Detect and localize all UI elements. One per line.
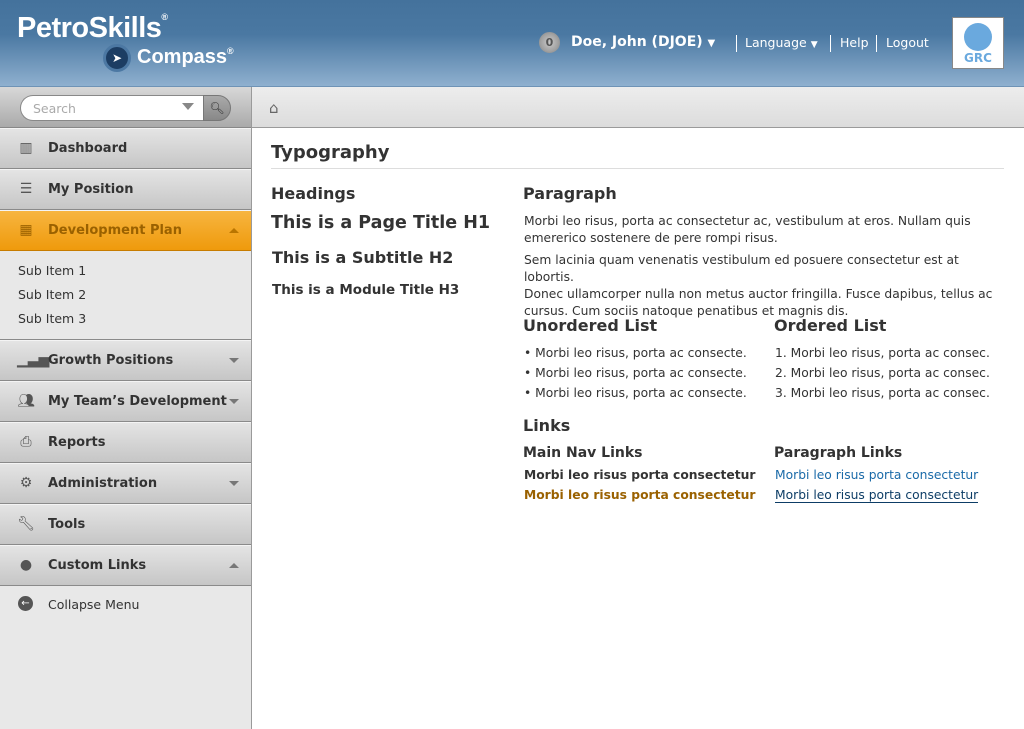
list-item: • Morbi leo risus, porta ac consecte.: [524, 346, 747, 360]
development-plan-submenu: Sub Item 1 Sub Item 2 Sub Item 3: [0, 251, 251, 340]
chevron-up-icon: [229, 563, 239, 568]
sidebar-item-custom-links[interactable]: ● Custom Links: [0, 545, 251, 586]
collapse-label: Collapse Menu: [48, 597, 140, 612]
list-item: • Morbi leo risus, porta ac consecte.: [524, 386, 747, 400]
logout-link[interactable]: Logout: [886, 35, 929, 50]
nav-label: Custom Links: [48, 558, 147, 573]
main-nav-link[interactable]: Morbi leo risus porta consectetur: [524, 468, 755, 482]
logo-text: PetroSkills: [17, 12, 162, 44]
user-menu[interactable]: Doe, John (DJOE) ▼: [571, 34, 715, 50]
h2-sample: This is a Subtitle H2: [272, 248, 454, 267]
registered-mark: ®: [227, 46, 234, 56]
list-icon: ☰: [19, 181, 33, 197]
h3-sample: This is a Module Title H3: [272, 282, 460, 298]
signal-icon: ▁▃▅: [17, 352, 50, 368]
compass-logo: Compass®: [137, 46, 234, 69]
main-nav-links-label: Main Nav Links: [523, 445, 643, 461]
grc-logo[interactable]: GRC: [952, 17, 1004, 69]
wrench-icon: 🔧︎: [17, 516, 35, 532]
chevron-down-icon: ▼: [707, 38, 716, 49]
paragraph-link[interactable]: Morbi leo risus porta consectetur: [775, 468, 978, 482]
breadcrumb-bar: ⌂: [252, 87, 1024, 128]
chevron-down-icon: ▼: [810, 40, 818, 50]
search-placeholder: Search: [33, 101, 76, 116]
paragraph-link-hover[interactable]: Morbi leo risus porta consectetur: [775, 488, 979, 503]
gears-icon: ⚙: [19, 475, 33, 491]
paragraph-label: Paragraph: [523, 184, 617, 203]
nav-label: My Team’s Development: [48, 394, 227, 409]
search-button[interactable]: 🔍︎: [203, 95, 231, 121]
h1-sample: This is a Page Title H1: [271, 213, 491, 233]
globe-icon: ●: [19, 557, 33, 573]
registered-mark: ®: [161, 12, 168, 22]
language-menu[interactable]: Language ▼: [745, 35, 818, 50]
users-icon: 👥︎: [17, 393, 35, 409]
sub-item-1[interactable]: Sub Item 1: [0, 262, 251, 286]
ordered-list-label: Ordered List: [774, 316, 887, 335]
printer-icon: ⎙: [20, 434, 32, 450]
sub-item-2[interactable]: Sub Item 2: [0, 286, 251, 310]
nav-label: My Position: [48, 182, 134, 197]
logo-sub-text: Compass: [137, 46, 228, 68]
list-item: • Morbi leo risus, porta ac consecte.: [524, 366, 747, 380]
sub-item-3[interactable]: Sub Item 3: [0, 310, 251, 334]
grc-text: GRC: [964, 51, 992, 65]
unordered-list-label: Unordered List: [523, 316, 658, 335]
home-icon[interactable]: ⌂: [269, 99, 279, 117]
chevron-down-icon: [229, 399, 239, 404]
divider: [830, 35, 831, 52]
sidebar-item-my-teams-development[interactable]: 👥︎ My Team’s Development: [0, 381, 251, 422]
collapse-menu-button[interactable]: ← Collapse Menu: [0, 586, 251, 624]
text-line: Sem lacinia quam venenatis vestibulum ed…: [524, 253, 959, 284]
bar-chart-icon: ▥: [19, 140, 33, 156]
headings-label: Headings: [271, 184, 356, 203]
divider: [736, 35, 737, 52]
nav-label: Development Plan: [48, 223, 182, 238]
divider: [876, 35, 877, 52]
sidebar-item-administration[interactable]: ⚙ Administration: [0, 463, 251, 504]
sidebar-item-growth-positions[interactable]: ▁▃▅ Growth Positions: [0, 340, 251, 381]
text-line: Morbi leo risus, porta ac consectetur ac…: [524, 214, 971, 228]
sidebar: Search 🔍︎ ▥ Dashboard ☰ My Position ▦ Devel…: [0, 87, 252, 729]
sidebar-item-my-position[interactable]: ☰ My Position: [0, 169, 251, 210]
paragraph-2: Sem lacinia quam venenatis vestibulum ed…: [524, 252, 1004, 320]
text-line: emererico sostenere de pere rompi risus.: [524, 231, 778, 245]
list-item: 2. Morbi leo risus, porta ac consec.: [775, 366, 990, 380]
paragraph-1: Morbi leo risus, porta ac consectetur ac…: [524, 213, 971, 247]
text-line: Donec ullamcorper nulla non metus auctor…: [524, 287, 993, 301]
search-icon: 🔍︎: [209, 101, 225, 115]
compass-icon: ➤: [103, 44, 131, 72]
globe-icon: [964, 23, 992, 51]
sidebar-item-tools[interactable]: 🔧︎ Tools: [0, 504, 251, 545]
chevron-down-icon[interactable]: [182, 103, 194, 110]
header: PetroSkills® ➤ Compass® 0 Doe, John (DJO…: [0, 0, 1024, 87]
help-link[interactable]: Help: [840, 35, 869, 50]
paragraph-links-label: Paragraph Links: [774, 445, 903, 461]
user-name: Doe, John (DJOE): [571, 34, 703, 50]
arrow-left-circle-icon: ←: [18, 596, 33, 611]
nav-label: Administration: [48, 476, 158, 491]
notification-badge[interactable]: 0: [539, 32, 560, 53]
sidebar-item-development-plan[interactable]: ▦ Development Plan: [0, 210, 251, 251]
language-label: Language: [745, 35, 807, 50]
list-item: 1. Morbi leo risus, porta ac consec.: [775, 346, 990, 360]
page-title: Typography: [271, 142, 390, 163]
chevron-down-icon: [229, 358, 239, 363]
search-bar: Search 🔍︎: [0, 87, 251, 128]
search-input[interactable]: Search: [20, 95, 203, 121]
sidebar-item-reports[interactable]: ⎙ Reports: [0, 422, 251, 463]
chevron-down-icon: [229, 481, 239, 486]
nav-label: Growth Positions: [48, 353, 174, 368]
petroskills-logo[interactable]: PetroSkills®: [17, 12, 168, 45]
links-label: Links: [523, 416, 571, 435]
main-nav-link-hover[interactable]: Morbi leo risus porta consectetur: [524, 488, 755, 502]
chevron-up-icon: [229, 228, 239, 233]
nav-label: Reports: [48, 435, 106, 450]
sidebar-item-dashboard[interactable]: ▥ Dashboard: [0, 128, 251, 169]
calendar-icon: ▦: [19, 222, 33, 238]
list-item: 3. Morbi leo risus, porta ac consec.: [775, 386, 990, 400]
nav-label: Tools: [48, 517, 86, 532]
nav-label: Dashboard: [48, 141, 128, 156]
divider: [271, 168, 1004, 169]
